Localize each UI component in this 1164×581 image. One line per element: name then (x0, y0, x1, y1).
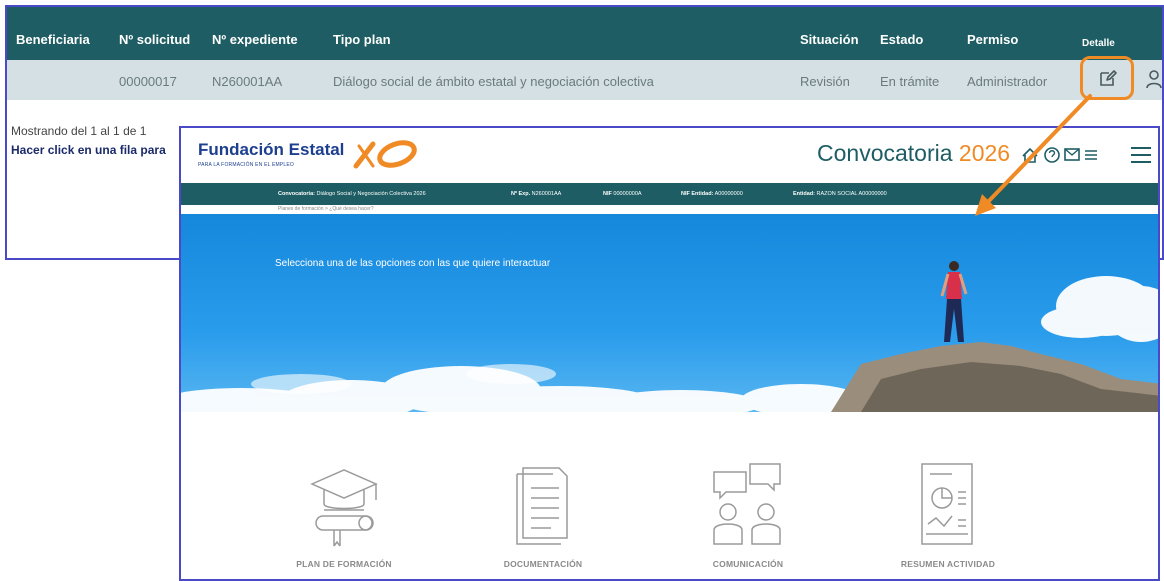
fundae-logo-mark-icon (353, 140, 417, 169)
cell-situacion: Revisión (800, 74, 850, 89)
col-header-solicitud[interactable]: Nº solicitud (119, 32, 190, 47)
hero-landscape-image (181, 261, 1158, 412)
edit-detail-icon[interactable] (1098, 68, 1118, 88)
col-header-situacion[interactable]: Situación (800, 32, 859, 47)
option-title: PLAN DE FORMACIÓN (296, 559, 392, 569)
info-convocatoria: Convocatoria: Diálogo Social y Negociaci… (278, 191, 426, 197)
option-title: RESUMEN ACTIVIDAD (900, 559, 996, 569)
option-title: DOCUMENTACIÓN (503, 559, 583, 569)
user-icon[interactable] (1145, 69, 1163, 89)
app-header: Fundación Estatal PARA LA FORMACIÓN EN E… (181, 128, 1158, 183)
settings-icon[interactable] (1085, 150, 1097, 160)
option-title: COMUNICACIÓN (712, 559, 784, 569)
report-chart-icon (921, 463, 973, 545)
row-click-hint: Hacer click en una fila para (11, 143, 166, 157)
logo-title: Fundación Estatal (198, 140, 345, 159)
col-header-beneficiaria[interactable]: Beneficiaria (16, 32, 90, 47)
info-nif: NIF 00000000A (603, 191, 642, 197)
option-comunicacion[interactable]: COMUNICACIÓN (668, 412, 828, 579)
hero-banner: Selecciona una de las opciones con las q… (181, 214, 1158, 412)
pagination-info: Mostrando del 1 al 1 de 1 (11, 124, 147, 138)
mail-icon[interactable] (1064, 148, 1080, 161)
convocatoria-title: Convocatoria 2026 (817, 140, 1010, 167)
person-figure (940, 261, 968, 342)
hero-instruction: Selecciona una de las opciones con las q… (275, 258, 551, 269)
option-resumen-actividad[interactable]: RESUMEN ACTIVIDAD (868, 412, 1028, 579)
graduation-cap-diploma-icon (310, 469, 378, 547)
cell-expediente: N260001AA (212, 74, 283, 89)
info-nif-entidad: NIF Entidad: A00000000 (681, 191, 743, 197)
col-header-permiso[interactable]: Permiso (967, 32, 1018, 47)
info-expediente: Nº Exp. N260001AA (511, 191, 562, 197)
option-plan-formacion[interactable]: PLAN DE FORMACIÓN (264, 412, 424, 579)
cell-tipo-plan: Diálogo social de ámbito estatal y negoc… (333, 74, 654, 89)
convocatoria-label: Convocatoria (817, 140, 953, 166)
table-header-row: Beneficiaria Nº solicitud Nº expediente … (7, 7, 1162, 60)
menu-hamburger-icon[interactable] (1131, 147, 1151, 163)
chat-people-icon (713, 463, 781, 545)
col-header-tipo-plan[interactable]: Tipo plan (333, 32, 391, 47)
col-header-expediente[interactable]: Nº expediente (212, 32, 298, 47)
header-toolbar (1022, 147, 1151, 163)
options-grid: PLAN DE FORMACIÓN DOCUMENTACIÓN COMUNICA… (181, 412, 1158, 579)
help-icon[interactable] (1044, 147, 1060, 163)
cell-permiso: Administrador (967, 74, 1048, 89)
convocatoria-year: 2026 (958, 140, 1011, 166)
cell-estado: En trámite (880, 74, 940, 89)
cell-solicitud: 00000017 (119, 74, 177, 89)
breadcrumb[interactable]: Planes de formación > ¿Qué desea hacer? (278, 206, 373, 212)
home-icon[interactable] (1022, 147, 1038, 163)
expediente-info-bar: Convocatoria: Diálogo Social y Negociaci… (181, 183, 1158, 205)
detalle-tooltip: Detalle (1082, 38, 1115, 49)
documents-icon (516, 467, 568, 545)
app-screenshot-overlay: Fundación Estatal PARA LA FORMACIÓN EN E… (179, 126, 1160, 581)
table-row[interactable]: 00000017 N260001AA Diálogo social de ámb… (7, 60, 1162, 100)
option-documentacion[interactable]: DOCUMENTACIÓN (463, 412, 623, 579)
logo-subtitle: PARA LA FORMACIÓN EN EL EMPLEO (198, 162, 295, 168)
info-entidad: Entidad: RAZON SOCIAL A00000000 (793, 191, 887, 197)
col-header-estado[interactable]: Estado (880, 32, 923, 47)
